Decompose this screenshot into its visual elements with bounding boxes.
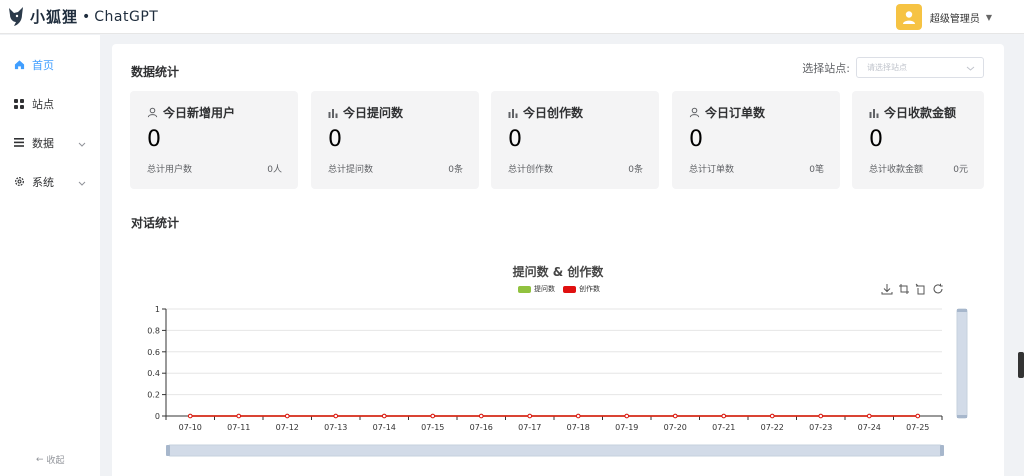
y-tick-label: 0.6 [147,348,160,357]
list-icon [12,138,26,147]
chevron-down-icon [78,176,86,189]
y-tick-label: 0.2 [147,391,160,400]
y-zoom-handle-top [957,309,967,312]
data-point [624,413,630,419]
brand-separator: • [82,8,91,25]
y-tick-label: 0 [155,412,160,421]
y-tick-label: 0.4 [147,369,160,378]
x-tick-label: 07-22 [761,423,784,432]
y-tick-label: 1 [155,305,160,314]
sidebar-item-sites[interactable]: 站点 [0,84,100,123]
user-menu[interactable]: 超级管理员 ▼ [895,4,992,30]
avatar[interactable] [895,4,922,30]
data-point [915,413,921,419]
sidebar-item-label: 系统 [32,175,54,189]
x-tick-label: 07-17 [518,423,541,432]
y-zoom-slider [956,308,968,419]
x-tick-label: 07-13 [324,423,347,432]
data-point [478,413,484,419]
sidebar-item-system[interactable]: 系统 [0,162,100,201]
collapse-sidebar-button[interactable]: ← 收起 [36,453,65,467]
chevron-down-icon[interactable]: ▼ [986,13,992,22]
sidebar-item-home[interactable]: 首页 [0,45,100,84]
data-point [187,413,193,419]
x-zoom-handle-right [940,445,944,456]
data-point [769,413,775,419]
line-chart: 0 0.2 0.4 0.6 0.8 1 07-10 07-11 07-12 07-13 07-14 0… [147,305,968,457]
data-point [236,413,242,419]
x-tick-label: 07-10 [179,423,202,432]
gear-icon [12,176,26,187]
data-point [721,413,727,419]
data-point [284,413,290,419]
x-tick-label: 07-24 [858,423,881,432]
home-icon [12,59,26,70]
data-point [381,413,387,419]
sidebar-item-label: 首页 [32,58,54,72]
fox-logo-icon [9,6,23,26]
data-point [430,413,436,419]
top-header: 小狐狸 • ChatGPT 超级管理员 ▼ [0,0,1024,34]
product-name: ChatGPT [94,8,159,25]
y-tick-label: 0.8 [147,326,160,335]
brand-logo[interactable]: 小狐狸 • ChatGPT [6,6,158,28]
x-zoom-handle-left [166,445,170,456]
x-tick-label: 07-11 [227,423,250,432]
x-tick-label: 07-19 [615,423,638,432]
data-point [527,413,533,419]
x-tick-label: 07-16 [470,423,493,432]
data-point [672,413,678,419]
x-zoom-slider [167,444,943,457]
data-point [866,413,872,419]
brand-name: 小狐狸 [30,8,79,26]
x-tick-label: 07-25 [906,423,929,432]
collapse-label: 收起 [46,456,65,466]
sidebar-item-label: 站点 [32,97,54,111]
grid-icon [12,98,26,109]
chevron-down-icon [78,137,86,150]
sidebar: 首页 站点 数据 系统 ← 收起 [0,35,100,476]
x-tick-label: 07-21 [712,423,735,432]
sidebar-item-data[interactable]: 数据 [0,123,100,162]
data-point [575,413,581,419]
data-point [333,413,339,419]
x-tick-label: 07-23 [809,423,832,432]
x-tick-label: 07-12 [276,423,299,432]
sidebar-item-label: 数据 [32,136,54,150]
data-point [818,413,824,419]
page-scrollbar[interactable] [1018,352,1024,378]
main-panel: 数据统计 选择站点: 请选择站点 今日新增用户 0 总计用户数 0人 今日提问数… [112,44,1004,476]
x-tick-label: 07-20 [664,423,687,432]
x-tick-label: 07-18 [567,423,590,432]
x-tick-label: 07-15 [421,423,444,432]
username: 超级管理员 [929,13,980,25]
y-zoom-handle-bottom [957,415,967,418]
arrow-left-icon: ← [36,454,44,465]
x-tick-label: 07-14 [373,423,396,432]
user-avatar-icon [902,11,915,24]
